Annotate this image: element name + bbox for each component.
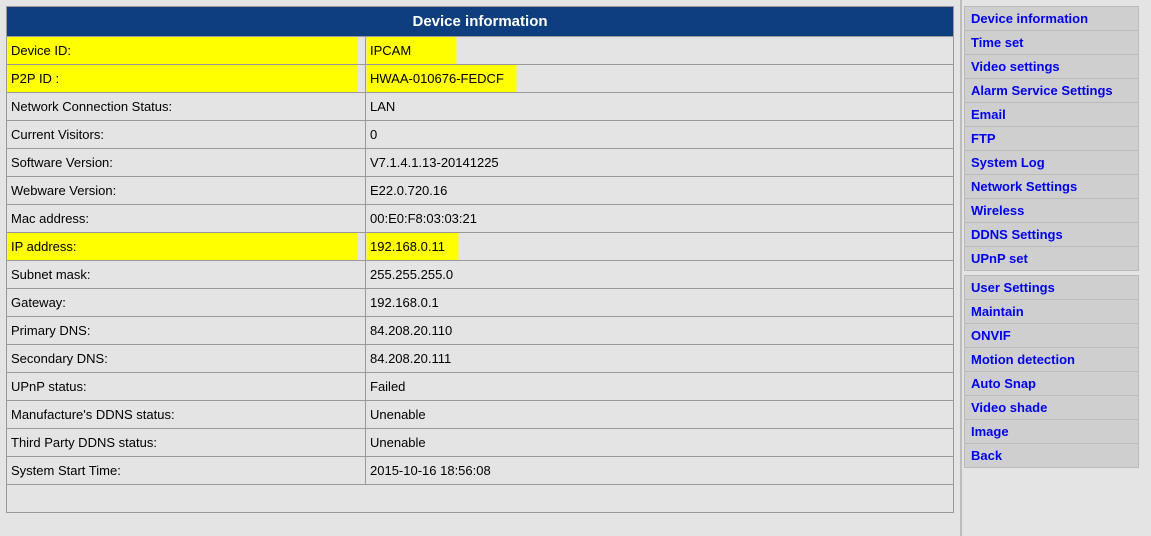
row-label: Subnet mask: xyxy=(7,261,366,289)
sidebar-link-back[interactable]: Back xyxy=(965,444,1138,468)
row-value: 2015-10-16 18:56:08 xyxy=(366,457,954,485)
row-label: Software Version: xyxy=(7,149,366,177)
row-label: System Start Time: xyxy=(7,457,366,485)
sidebar-link-video-shade[interactable]: Video shade xyxy=(965,396,1138,420)
table-row: Primary DNS:84.208.20.110 xyxy=(7,317,954,345)
row-value: 84.208.20.110 xyxy=(366,317,954,345)
table-row: Mac address:00:E0:F8:03:03:21 xyxy=(7,205,954,233)
row-value: 00:E0:F8:03:03:21 xyxy=(366,205,954,233)
table-row: Webware Version:E22.0.720.16 xyxy=(7,177,954,205)
table-row: Manufacture's DDNS status:Unenable xyxy=(7,401,954,429)
row-value: Failed xyxy=(366,373,954,401)
row-label: Network Connection Status: xyxy=(7,93,366,121)
table-row: UPnP status:Failed xyxy=(7,373,954,401)
row-value: E22.0.720.16 xyxy=(366,177,954,205)
sidebar-link-network-settings[interactable]: Network Settings xyxy=(965,175,1138,199)
table-row: IP address:192.168.0.11 xyxy=(7,233,954,261)
row-value: Unenable xyxy=(366,401,954,429)
sidebar-group-2: User SettingsMaintainONVIFMotion detecti… xyxy=(964,275,1139,468)
row-label: Webware Version: xyxy=(7,177,366,205)
table-row: Device ID:IPCAM xyxy=(7,37,954,65)
table-row: System Start Time:2015-10-16 18:56:08 xyxy=(7,457,954,485)
table-row: Software Version:V7.1.4.1.13-20141225 xyxy=(7,149,954,177)
sidebar-link-alarm-service-settings[interactable]: Alarm Service Settings xyxy=(965,79,1138,103)
sidebar-link-maintain[interactable]: Maintain xyxy=(965,300,1138,324)
sidebar-link-wireless[interactable]: Wireless xyxy=(965,199,1138,223)
sidebar-link-user-settings[interactable]: User Settings xyxy=(965,276,1138,300)
sidebar-link-email[interactable]: Email xyxy=(965,103,1138,127)
table-row: Secondary DNS:84.208.20.111 xyxy=(7,345,954,373)
table-title: Device information xyxy=(7,7,954,37)
row-label: IP address: xyxy=(7,233,366,261)
sidebar-link-motion-detection[interactable]: Motion detection xyxy=(965,348,1138,372)
row-label: Manufacture's DDNS status: xyxy=(7,401,366,429)
table-row: Third Party DDNS status:Unenable xyxy=(7,429,954,457)
blank-row xyxy=(7,485,954,513)
row-value: 192.168.0.1 xyxy=(366,289,954,317)
sidebar-link-upnp-set[interactable]: UPnP set xyxy=(965,247,1138,271)
row-value: HWAA-010676-FEDCF xyxy=(366,65,954,93)
row-label: P2P ID : xyxy=(7,65,366,93)
row-label: Mac address: xyxy=(7,205,366,233)
sidebar-link-ddns-settings[interactable]: DDNS Settings xyxy=(965,223,1138,247)
row-value: LAN xyxy=(366,93,954,121)
row-label: Primary DNS: xyxy=(7,317,366,345)
row-value: V7.1.4.1.13-20141225 xyxy=(366,149,954,177)
row-label: Secondary DNS: xyxy=(7,345,366,373)
row-value: 0 xyxy=(366,121,954,149)
row-label: Current Visitors: xyxy=(7,121,366,149)
row-label: Third Party DDNS status: xyxy=(7,429,366,457)
sidebar-group-1: Device informationTime setVideo settings… xyxy=(964,6,1139,271)
sidebar: Device informationTime setVideo settings… xyxy=(960,0,1143,536)
row-label: UPnP status: xyxy=(7,373,366,401)
table-row: Network Connection Status:LAN xyxy=(7,93,954,121)
row-value: 84.208.20.111 xyxy=(366,345,954,373)
sidebar-link-time-set[interactable]: Time set xyxy=(965,31,1138,55)
row-label: Device ID: xyxy=(7,37,366,65)
sidebar-link-onvif[interactable]: ONVIF xyxy=(965,324,1138,348)
table-row: Subnet mask:255.255.255.0 xyxy=(7,261,954,289)
table-row: P2P ID :HWAA-010676-FEDCF xyxy=(7,65,954,93)
row-value: 255.255.255.0 xyxy=(366,261,954,289)
sidebar-link-image[interactable]: Image xyxy=(965,420,1138,444)
row-value: 192.168.0.11 xyxy=(366,233,954,261)
row-value: Unenable xyxy=(366,429,954,457)
sidebar-link-ftp[interactable]: FTP xyxy=(965,127,1138,151)
main-content: Device information Device ID:IPCAMP2P ID… xyxy=(0,0,960,519)
row-label: Gateway: xyxy=(7,289,366,317)
sidebar-link-video-settings[interactable]: Video settings xyxy=(965,55,1138,79)
table-row: Gateway:192.168.0.1 xyxy=(7,289,954,317)
sidebar-link-auto-snap[interactable]: Auto Snap xyxy=(965,372,1138,396)
sidebar-link-system-log[interactable]: System Log xyxy=(965,151,1138,175)
device-info-table: Device information Device ID:IPCAMP2P ID… xyxy=(6,6,954,513)
row-value: IPCAM xyxy=(366,37,954,65)
table-row: Current Visitors:0 xyxy=(7,121,954,149)
sidebar-link-device-information[interactable]: Device information xyxy=(965,7,1138,31)
